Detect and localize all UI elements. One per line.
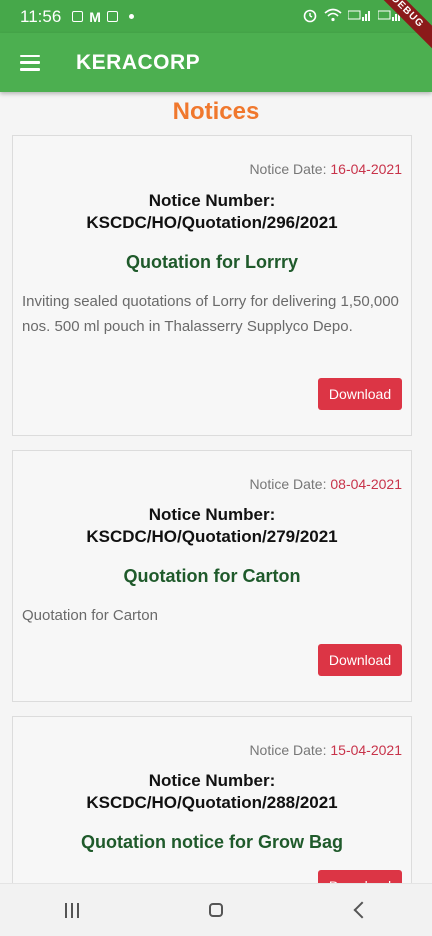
- notice-number-label: Notice Number:: [148, 771, 276, 790]
- notice-date: Notice Date: 15-04-2021: [249, 742, 402, 758]
- notice-date: Notice Date: 08-04-2021: [249, 476, 402, 492]
- wifi-icon: [324, 8, 342, 22]
- notice-card: Notice Date: 08-04-2021 Notice Number: K…: [12, 450, 412, 702]
- download-button[interactable]: Download: [318, 378, 402, 410]
- notice-date-label: Notice Date:: [249, 161, 331, 177]
- notice-card: Notice Date: 15-04-2021 Notice Number: K…: [12, 716, 412, 886]
- app-bar: KERACORP: [0, 33, 432, 92]
- notice-date-label: Notice Date:: [249, 476, 331, 492]
- recent-apps-icon: [65, 902, 79, 918]
- status-bar: 11:56 M DEBUG: [0, 0, 432, 57]
- back-button[interactable]: [340, 895, 380, 925]
- recent-apps-button[interactable]: [52, 895, 92, 925]
- notice-card: Notice Date: 16-04-2021 Notice Number: K…: [12, 135, 412, 436]
- download-button[interactable]: Download: [318, 644, 402, 676]
- home-button[interactable]: [196, 895, 236, 925]
- notice-number-value: KSCDC/HO/Quotation/288/2021: [86, 793, 338, 812]
- notice-date-label: Notice Date:: [249, 742, 331, 758]
- notice-number-label: Notice Number:: [148, 191, 276, 210]
- page-title: Notices: [172, 98, 260, 125]
- notice-date-value: 08-04-2021: [330, 476, 402, 492]
- system-nav-bar: [0, 883, 432, 936]
- notice-number-value: KSCDC/HO/Quotation/296/2021: [86, 213, 338, 232]
- signal-lte1-icon: [348, 10, 370, 21]
- more-notifications-icon: [128, 14, 134, 19]
- notice-number-label: Notice Number:: [148, 505, 276, 524]
- notification-icon: [106, 11, 118, 22]
- notice-date-value: 16-04-2021: [330, 161, 402, 177]
- notice-title: Quotation for Lorrry: [126, 252, 298, 272]
- app-title: KERACORP: [76, 50, 201, 74]
- status-time: 11:56: [20, 6, 62, 26]
- back-icon: [353, 901, 371, 919]
- notice-title: Quotation for Carton: [123, 566, 301, 586]
- notice-title: Quotation notice for Grow Bag: [81, 832, 343, 852]
- alarm-icon: [303, 9, 317, 23]
- notice-description: Quotation for Carton: [22, 607, 158, 624]
- app-m-icon: M: [89, 8, 101, 25]
- notice-number-value: KSCDC/HO/Quotation/279/2021: [86, 527, 338, 546]
- notice-date: Notice Date: 16-04-2021: [249, 161, 402, 177]
- status-icons: [302, 7, 402, 23]
- notice-description: Inviting sealed quotations of Lorry for …: [22, 293, 399, 335]
- notice-date-value: 15-04-2021: [330, 742, 402, 758]
- home-icon: [209, 903, 223, 917]
- notification-icon: [72, 11, 84, 22]
- menu-icon[interactable]: [20, 54, 40, 71]
